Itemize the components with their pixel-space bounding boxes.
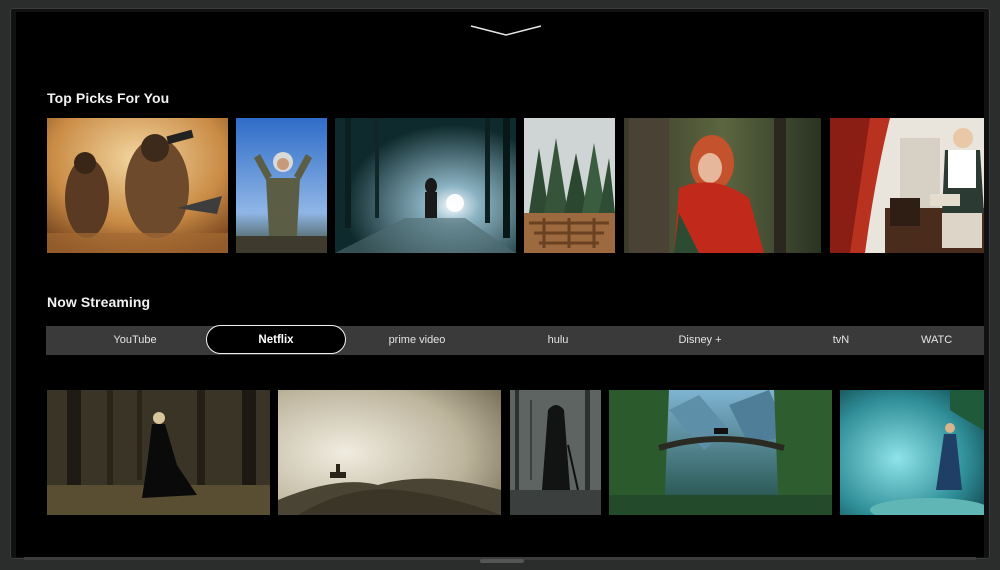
top-pick-tile-foggy-forest[interactable] — [335, 118, 516, 253]
now-streaming-title: Now Streaming — [47, 294, 151, 310]
stream-tile-horse-rider[interactable] — [278, 390, 501, 515]
stream-tile-bridge-valley[interactable] — [609, 390, 832, 515]
stream-tile-hooded-figure[interactable] — [510, 390, 601, 515]
stream-tile-blue-forest-girl[interactable] — [840, 390, 984, 515]
tv-stand-foot — [480, 559, 524, 563]
tab-tvn[interactable]: tvN — [771, 326, 911, 355]
top-pick-tile-red-hood[interactable] — [624, 118, 821, 253]
top-pick-tile-desert-explorers[interactable] — [47, 118, 228, 253]
top-pick-tile-boy-reading[interactable] — [830, 118, 984, 253]
tv-screen: Top Picks For You Now Streaming YouTube … — [16, 12, 984, 557]
chevron-down-icon[interactable] — [469, 24, 543, 43]
tab-netflix[interactable]: Netflix — [206, 325, 346, 354]
top-picks-title: Top Picks For You — [47, 90, 170, 106]
top-pick-tile-labyrinth[interactable] — [524, 118, 615, 253]
tab-watcha[interactable]: WATC — [921, 326, 981, 355]
top-pick-tile-astronaut[interactable] — [236, 118, 327, 253]
tab-disney-plus[interactable]: Disney + — [630, 326, 770, 355]
tab-hulu[interactable]: hulu — [488, 326, 628, 355]
stream-tile-forest-dancer[interactable] — [47, 390, 270, 515]
tab-prime-video[interactable]: prime video — [347, 326, 487, 355]
streaming-service-tabs: YouTube prime video hulu Disney + tvN WA… — [46, 326, 984, 355]
tab-youtube[interactable]: YouTube — [65, 326, 205, 355]
